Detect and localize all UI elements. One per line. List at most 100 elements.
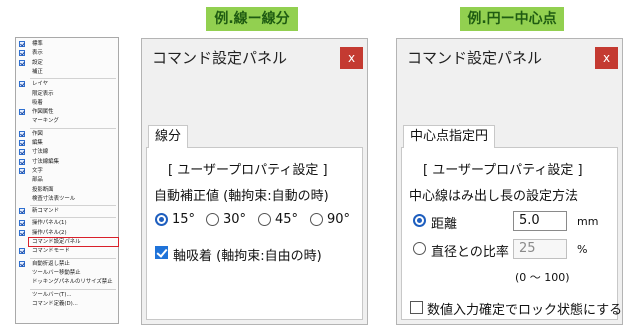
menu-item[interactable]: ドッキングパネルのリサイズ禁止 <box>16 278 118 286</box>
menu-item[interactable]: 補正 <box>16 68 118 76</box>
axis-snap-label: 軸吸着 (軸拘束:自由の時) <box>173 249 322 264</box>
section-header: [ ユーザープロパティ設定 ] <box>168 163 328 178</box>
menu-item-label: 寸法線編集 <box>32 158 59 165</box>
menu-item[interactable]: 自動折返し禁止 <box>16 260 118 268</box>
menu-item-label: コマンド設定パネル <box>32 239 81 245</box>
menu-item-label: 投影断面 <box>32 186 54 193</box>
check-icon <box>19 140 25 146</box>
angle-label-45: 45° <box>275 212 299 227</box>
menu-item[interactable]: コマンドモード <box>16 247 118 255</box>
menu-item-label: マーキング <box>32 118 59 125</box>
menu-item[interactable]: 検査寸法表ツール <box>16 195 118 203</box>
menu-item-label: 寸法線 <box>32 149 49 156</box>
angle-radio-15[interactable] <box>155 213 168 226</box>
toolbar-menu: 標準表示設定 補正レイヤ限定表示吸着作図属性マーキング作図編集寸法線寸法線編集文字… <box>15 37 119 324</box>
menu-item[interactable]: 部品 <box>16 176 118 184</box>
menu-item-label: 作図 <box>32 130 43 137</box>
command-settings-panel-line: コマンド設定パネル x 線分 [ ユーザープロパティ設定 ] 自動補正値 (軸拘… <box>141 38 368 325</box>
menu-item-label: 部品 <box>32 177 43 184</box>
tag-line-segment: 例.線ー線分 <box>206 7 298 31</box>
menu-item[interactable]: 吸着 <box>16 99 118 107</box>
check-icon <box>19 59 25 66</box>
menu-item[interactable]: レイヤ <box>16 80 118 88</box>
angle-radio-90[interactable] <box>310 213 323 226</box>
menu-item[interactable]: 寸法線 <box>16 148 118 156</box>
menu-separator <box>30 257 116 259</box>
menu-item-label: 文字 <box>32 167 43 174</box>
menu-item-label: ドッキングパネルのリサイズ禁止 <box>32 279 113 286</box>
menu-separator <box>30 205 116 207</box>
ratio-input[interactable]: 25 <box>513 239 567 259</box>
menu-item-label: 作図属性 <box>32 109 54 116</box>
check-icon <box>19 109 25 116</box>
menu-item-label: 操作パネル(1) <box>32 220 67 227</box>
menu-item[interactable]: 表示 <box>16 49 118 57</box>
menu-item[interactable]: 操作パネル(2) <box>16 229 118 237</box>
menu-separator <box>30 288 116 290</box>
menu-item-label: ツールバー移動禁止 <box>32 269 81 276</box>
axis-snap-checkbox[interactable] <box>155 246 168 259</box>
menu-item[interactable]: コマンド定義(D)... <box>16 300 118 308</box>
section-header: [ ユーザープロパティ設定 ] <box>423 163 583 178</box>
close-button[interactable]: x <box>595 47 618 69</box>
tab-line-segment[interactable]: 線分 <box>148 125 189 148</box>
angle-radio-45[interactable] <box>258 213 271 226</box>
method-label: 中心線はみ出し長の設定方法 <box>409 189 579 204</box>
check-icon <box>19 229 25 236</box>
lock-label: 数値入力確定でロック状態にする <box>427 303 623 318</box>
check-icon <box>19 50 25 57</box>
tab-center-circle[interactable]: 中心点指定円 <box>403 125 496 148</box>
menu-item[interactable]: 文字 <box>16 167 118 175</box>
distance-radio[interactable] <box>413 214 426 227</box>
close-button[interactable]: x <box>340 47 363 69</box>
ratio-radio[interactable] <box>413 242 426 255</box>
menu-item[interactable]: 編集 <box>16 139 118 147</box>
angle-label-90: 90° <box>327 212 351 227</box>
menu-separator <box>30 217 116 219</box>
menu-item-label: レイヤ <box>32 81 49 88</box>
ratio-unit: % <box>577 243 588 256</box>
menu-item[interactable]: 作図 <box>16 130 118 138</box>
menu-item[interactable]: 寸法線編集 <box>16 158 118 166</box>
menu-item[interactable]: マーキング <box>16 117 118 125</box>
angle-label-30: 30° <box>223 212 247 227</box>
menu-item-label: 検査寸法表ツール <box>32 195 76 202</box>
check-icon <box>19 220 25 227</box>
menu-item[interactable]: 新コマンド <box>16 207 118 215</box>
tag-circle-center: 例.円ー中心点 <box>460 7 564 31</box>
check-icon <box>19 41 25 47</box>
menu-item-label: 自動折返し禁止 <box>32 260 70 267</box>
menu-item[interactable]: 操作パネル(1) <box>16 219 118 227</box>
menu-item[interactable]: 限定表示 <box>16 90 118 98</box>
ratio-label: 直径との比率 <box>431 245 509 260</box>
check-icon <box>19 81 25 88</box>
check-icon <box>19 248 25 255</box>
check-icon <box>19 149 25 156</box>
menu-separator <box>30 78 116 80</box>
check-icon <box>19 130 25 137</box>
angle-label-15: 15° <box>172 212 196 227</box>
check-icon <box>19 158 25 165</box>
menu-item[interactable]: ツールバー(T)... <box>16 291 118 299</box>
menu-item[interactable]: ツールバー移動禁止 <box>16 269 118 277</box>
angle-radio-30[interactable] <box>206 213 219 226</box>
distance-input[interactable]: 5.0 <box>513 211 567 231</box>
panel-title: コマンド設定パネル <box>407 49 543 67</box>
menu-item[interactable]: 設定 <box>16 59 118 67</box>
range-note: (0 〜 100) <box>515 271 570 284</box>
menu-item-label: 補正 <box>32 68 43 75</box>
panel-title: コマンド設定パネル <box>152 49 288 67</box>
menu-item-label: 限定表示 <box>32 90 54 97</box>
distance-label: 距離 <box>431 217 458 232</box>
lock-checkbox[interactable] <box>410 301 423 314</box>
menu-separator <box>30 127 116 129</box>
check-icon <box>19 167 25 174</box>
menu-item-label: コマンド定義(D)... <box>32 300 78 307</box>
menu-item[interactable]: 作図属性 <box>16 108 118 116</box>
menu-item-label: 編集 <box>32 140 43 146</box>
menu-item[interactable]: コマンド設定パネル <box>28 237 119 247</box>
menu-item[interactable]: 投影断面 <box>16 186 118 194</box>
menu-item[interactable]: 標準 <box>16 40 118 48</box>
menu-item-label: 標準 <box>32 41 43 47</box>
menu-item-label: ツールバー(T)... <box>32 291 72 298</box>
